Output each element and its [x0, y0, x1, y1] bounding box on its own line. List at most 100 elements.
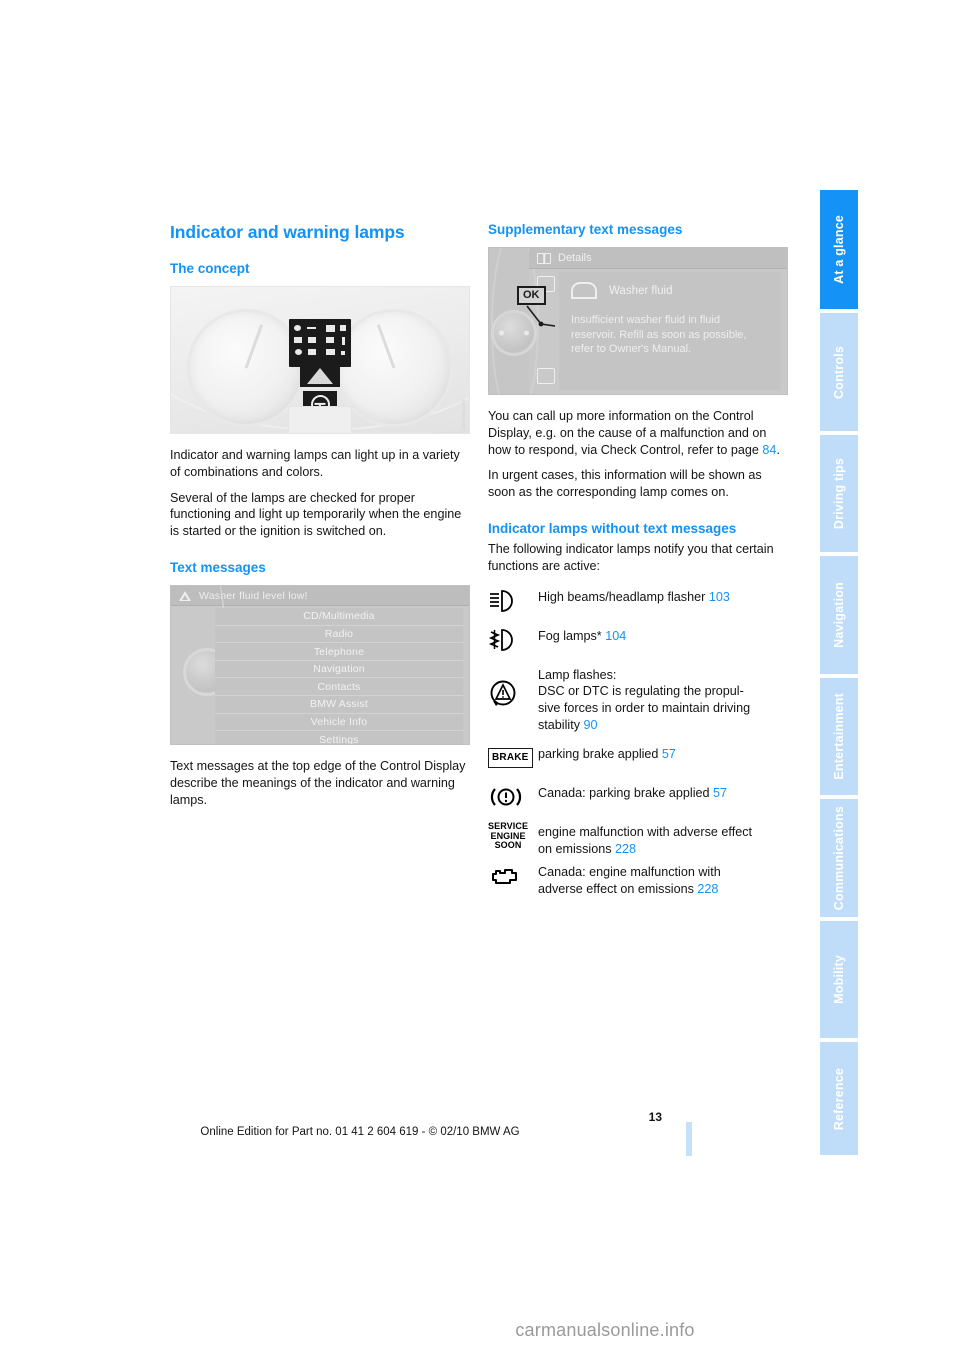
- menu-item[interactable]: BMW Assist: [215, 696, 463, 714]
- heading-supplementary-text-messages: Supplementary text messages: [488, 222, 683, 237]
- figure-instrument-cluster: carmanuals: [170, 286, 470, 435]
- heading-indicator-lamps-without-text-messages: Indicator lamps without text messages: [488, 520, 737, 536]
- menu-item-label: Vehicle Info: [310, 715, 368, 728]
- table-row: SERVICE ENGINE SOON engine malfunction wit…: [488, 822, 788, 857]
- road-indicator-panel: [300, 365, 340, 388]
- sidebar-tab-label: Navigation: [831, 582, 846, 649]
- chapter-tab-rail: At a glance Controls Driving tips Naviga…: [820, 190, 858, 1155]
- menu-item[interactable]: Telephone: [215, 643, 463, 661]
- page-reference-link[interactable]: 228: [697, 882, 718, 896]
- menu-item[interactable]: Settings: [215, 731, 463, 745]
- sidebar-tab-label: Mobility: [831, 955, 846, 1005]
- control-display-image: Washer fluid level low! CD/Multimedia Ra…: [170, 585, 470, 746]
- watermark-text: carmanualsonline.info: [515, 1320, 695, 1340]
- service-engine-soon-label: SERVICE ENGINE SOON: [488, 821, 529, 851]
- lamp-beam-icon: [294, 337, 302, 344]
- book-icon: [537, 252, 551, 264]
- menu-item-label: BMW Assist: [309, 698, 368, 711]
- edition-notice: Online Edition for Part no. 01 41 2 604 …: [200, 1126, 520, 1138]
- warning-lamp-panel: [289, 319, 351, 368]
- cluster-hood: [288, 406, 352, 434]
- page-reference-link[interactable]: 103: [709, 590, 730, 604]
- page-footer: 13 Online Edition for Part no. 01 41 2 6…: [0, 1110, 820, 1138]
- page-reference-link[interactable]: 84: [762, 443, 776, 457]
- menu-item[interactable]: Contacts: [215, 678, 463, 697]
- page-reference-link[interactable]: 90: [584, 718, 598, 732]
- lamp-arrow-icon: [340, 325, 346, 332]
- instrument-cluster-image: carmanuals: [170, 286, 470, 435]
- details-titlebar: Details: [529, 248, 787, 270]
- callout-leader-line: [526, 305, 556, 327]
- table-row: BRAKE parking brake applied 57: [488, 744, 788, 772]
- page-reference-link[interactable]: 57: [713, 786, 727, 800]
- details-title: Details: [558, 252, 592, 265]
- lamp-description: Canada: parking brake applied 57: [538, 783, 727, 802]
- site-watermark: carmanualsonline.info: [0, 1320, 960, 1341]
- lamp-fog-icon: [326, 337, 334, 344]
- details-item-header: Washer fluid: [571, 282, 781, 300]
- tachometer-dial: [335, 309, 453, 428]
- road-lamp-icon: [307, 368, 333, 385]
- lamp-bar-icon: [307, 327, 316, 330]
- text-messages-paragraph: Text messages at the top edge of the Con…: [170, 759, 466, 807]
- heading-text-messages: Text messages: [170, 559, 266, 575]
- indicator-lamps-intro: The following indicator lamps notify you…: [488, 542, 774, 573]
- supplementary-paragraph-1: You can call up more information on the …: [488, 408, 788, 458]
- menu-item-label: Navigation: [313, 663, 365, 676]
- sidebar-tab-navigation[interactable]: Navigation: [820, 556, 858, 674]
- supplementary-paragraph-1-end: .: [776, 442, 780, 457]
- lamp-description: Canada: engine malfunction with adverse e…: [538, 862, 721, 897]
- lamp-thermo-icon: [342, 337, 345, 346]
- menu-item[interactable]: CD/Multimedia: [215, 608, 463, 626]
- details-content-panel: Washer fluid Insufficient washer fluid i…: [559, 272, 781, 391]
- menu-item[interactable]: Vehicle Info: [215, 713, 463, 732]
- lamp-grid-icon: [326, 325, 335, 333]
- sidebar-tab-at-a-glance[interactable]: At a glance: [820, 190, 858, 310]
- table-row: Fog lamps* 104: [488, 626, 788, 654]
- heading-the-concept: The concept: [170, 261, 250, 276]
- speedometer-needle: [244, 324, 264, 369]
- sidebar-tab-label: Entertainment: [831, 693, 846, 781]
- table-row: Lamp flashes: DSC or DTC is regulating t…: [488, 665, 788, 734]
- brake-text-icon: BRAKE: [488, 744, 533, 772]
- lamp-label: High beams/headlamp flasher: [538, 589, 706, 604]
- table-row: Canada: parking brake applied 57: [488, 783, 788, 811]
- lamp-description: engine malfunction with adverse effect on…: [538, 822, 752, 857]
- sidebar-tab-label: At a glance: [831, 215, 846, 285]
- figure-details-screen: Details OK Washer fluid Insufficient was…: [488, 247, 788, 396]
- lamp-label: parking brake applied: [538, 747, 659, 762]
- right-column: Supplementary text messages Details OK W…: [488, 222, 788, 908]
- sidebar-tab-reference[interactable]: Reference: [820, 1042, 858, 1155]
- lamp-dot-icon: [294, 325, 301, 332]
- page-reference-link[interactable]: 104: [605, 629, 626, 643]
- sidebar-tab-communications[interactable]: Communications: [820, 799, 858, 917]
- brake-label: BRAKE: [488, 748, 533, 769]
- fog-lamp-icon: [488, 626, 530, 654]
- lamp-label-flash: Lamp flashes:: [538, 667, 617, 682]
- page-reference-link[interactable]: 57: [662, 747, 676, 761]
- concept-paragraph-1: Indicator and warning lamps can light up…: [170, 448, 460, 479]
- dsc-warning-icon: [488, 665, 530, 709]
- details-item-title: Washer fluid: [609, 284, 673, 297]
- supplementary-paragraph-2: In urgent cases, this information will b…: [488, 468, 762, 500]
- sidebar-tab-entertainment[interactable]: Entertainment: [820, 677, 858, 796]
- sidebar-tab-label: Reference: [831, 1067, 846, 1130]
- service-engine-soon-icon: SERVICE ENGINE SOON: [488, 822, 530, 850]
- sidebar-tab-mobility[interactable]: Mobility: [820, 920, 858, 1039]
- concept-paragraph-2: Several of the lamps are checked for pro…: [170, 490, 462, 539]
- sidebar-tab-controls[interactable]: Controls: [820, 313, 858, 431]
- sidebar-tab-driving-tips[interactable]: Driving tips: [820, 434, 858, 553]
- washer-fluid-icon: [571, 282, 597, 300]
- page-title: Indicator and warning lamps: [170, 222, 405, 242]
- menu-item[interactable]: Radio: [215, 625, 463, 644]
- lamp-battery-icon: [326, 349, 335, 356]
- tachometer-needle: [376, 324, 396, 369]
- menu-item[interactable]: Navigation: [215, 660, 463, 679]
- supplementary-paragraph-1-text: You can call up more information on the …: [488, 409, 767, 457]
- ok-button[interactable]: OK: [517, 286, 546, 306]
- figure-control-display-menu: Washer fluid level low! CD/Multimedia Ra…: [170, 585, 470, 746]
- page-reference-link[interactable]: 228: [615, 842, 636, 856]
- display-button-bottom-icon[interactable]: [537, 368, 555, 385]
- warning-triangle-icon: [179, 590, 191, 601]
- check-engine-icon: [488, 862, 530, 890]
